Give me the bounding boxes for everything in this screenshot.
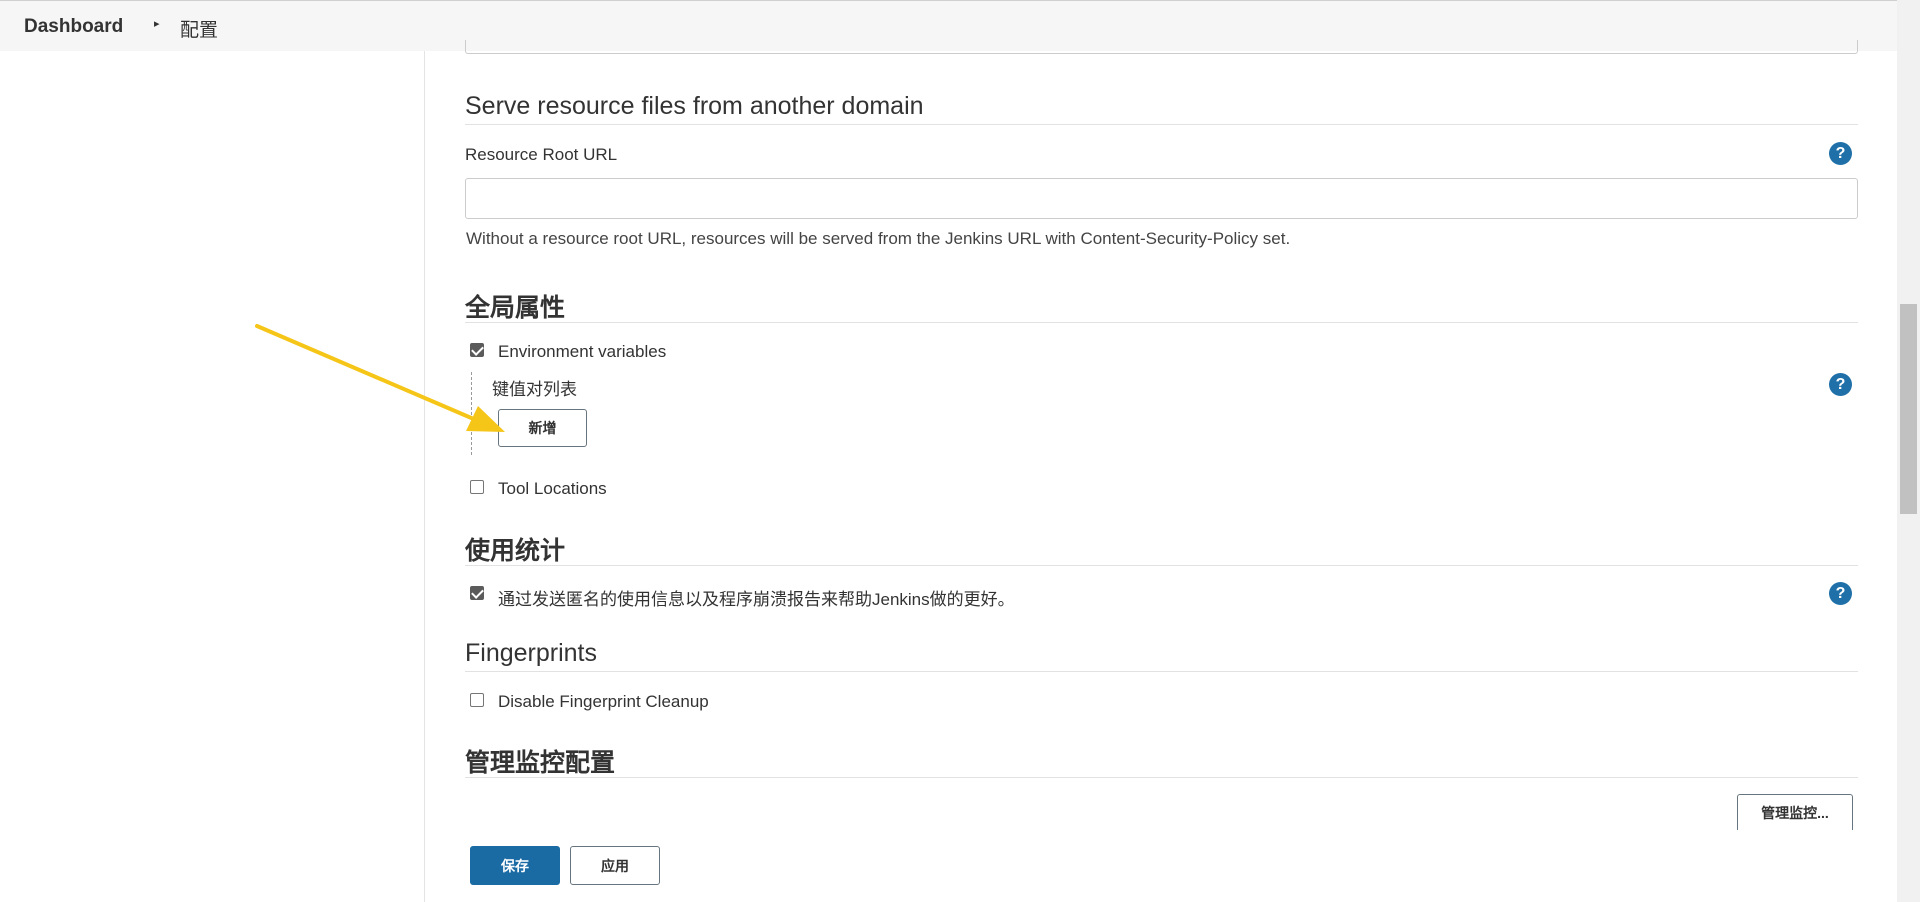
key-value-list-label: 键值对列表 [492, 380, 577, 399]
help-icon[interactable]: ? [1829, 373, 1852, 396]
resource-root-url-label: Resource Root URL [465, 145, 618, 164]
add-env-variable-button[interactable]: 新增 [498, 409, 587, 447]
section-divider [465, 565, 1858, 566]
usage-statistics-heading: 使用统计 [465, 537, 566, 565]
manage-monitors-button[interactable]: 管理监控... [1737, 794, 1853, 830]
disable-fingerprint-cleanup-label[interactable]: Disable Fingerprint Cleanup [498, 692, 709, 712]
section-divider [465, 777, 1858, 778]
sidebar-divider [424, 51, 425, 902]
breadcrumb-current: 配置 [180, 20, 219, 41]
help-icon[interactable]: ? [1829, 142, 1852, 165]
scrollbar-thumb[interactable] [1900, 304, 1917, 514]
section-divider [465, 322, 1858, 323]
help-icon[interactable]: ? [1829, 582, 1852, 605]
section-divider [465, 671, 1858, 672]
section-divider [465, 124, 1858, 125]
tool-locations-label[interactable]: Tool Locations [498, 479, 607, 499]
breadcrumb-separator-icon[interactable]: ▸ [154, 17, 160, 30]
environment-variables-label[interactable]: Environment variables [498, 342, 666, 362]
breadcrumb-dashboard-link[interactable]: Dashboard [24, 16, 123, 38]
disable-fingerprint-cleanup-checkbox[interactable] [470, 693, 484, 707]
resource-section-heading: Serve resource files from another domain [465, 92, 924, 120]
anonymous-usage-label[interactable]: 通过发送匿名的使用信息以及程序崩溃报告来帮助Jenkins做的更好。 [498, 585, 1015, 610]
resource-root-url-input[interactable] [465, 178, 1858, 219]
nested-block-indicator [471, 372, 472, 455]
save-button[interactable]: 保存 [470, 846, 560, 885]
environment-variables-checkbox[interactable] [470, 343, 484, 357]
fingerprints-heading: Fingerprints [465, 639, 597, 667]
resource-root-url-help-text: Without a resource root URL, resources w… [466, 229, 1291, 248]
previous-section-input[interactable] [465, 40, 1858, 54]
anonymous-usage-checkbox[interactable] [470, 586, 484, 600]
tool-locations-checkbox[interactable] [470, 480, 484, 494]
apply-button[interactable]: 应用 [570, 846, 660, 885]
admin-monitors-heading: 管理监控配置 [465, 749, 616, 777]
global-properties-heading: 全局属性 [465, 294, 566, 322]
